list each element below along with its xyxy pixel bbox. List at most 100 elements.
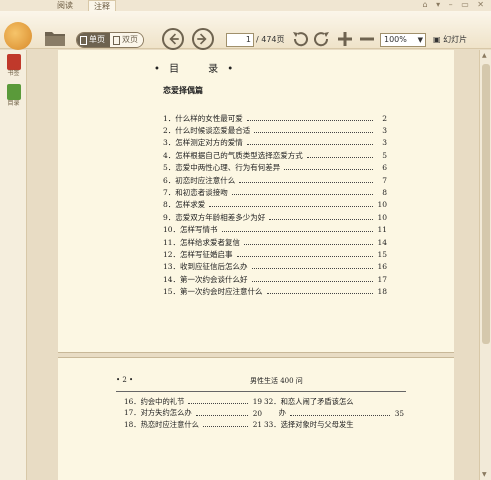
toc-entry[interactable]: 11．怎样给求爱者复信 14: [163, 236, 387, 248]
section-heading: 恋爱择偶篇: [163, 85, 203, 95]
zoom-value: 100%: [384, 35, 407, 44]
toc-column-right: 32．和恋人闹了矛盾该怎么 办 35 33．选择对象时与父母发生: [264, 396, 404, 431]
toc-entry[interactable]: 16．约会中的礼节 19: [124, 396, 262, 408]
toc-entry[interactable]: 17．对方失约怎么办 20: [124, 408, 262, 420]
window-controls[interactable]: ⌂ ▾ – ▭ ✕: [422, 0, 487, 11]
tab-read[interactable]: 阅读: [50, 0, 80, 11]
slideshow-label: 幻灯片: [443, 35, 468, 44]
toc-entry-page: 16: [377, 262, 387, 272]
toc-entry[interactable]: 12．怎样写征婚启事 15: [163, 248, 387, 260]
zoom-out-icon[interactable]: [357, 29, 377, 49]
scroll-up-icon[interactable]: ▲: [482, 52, 487, 59]
chevron-down-icon: ▼: [417, 36, 423, 44]
zoom-in-icon[interactable]: [335, 29, 355, 49]
header-rule: [116, 391, 406, 392]
toc-entry[interactable]: 2．什么时候谈恋爱最合适 3: [163, 124, 387, 136]
toc-entry-title: 5．恋爱中两性心理、行为有何差异: [163, 163, 281, 173]
toc-entry[interactable]: 1．什么样的女性最可爱 2: [163, 112, 387, 124]
toc-entry-title: 16．约会中的礼节: [124, 396, 185, 406]
toc-entry-title: 1．什么样的女性最可爱: [163, 113, 243, 123]
dot-leader: [251, 277, 373, 282]
dot-leader: [358, 422, 390, 427]
dot-leader: [251, 264, 373, 270]
dot-leader: [254, 128, 373, 134]
bookmark-icon: [6, 54, 21, 70]
toc-entry[interactable]: 14．第一次约会谈什么好 17: [163, 273, 387, 285]
arrow-right-icon: [197, 33, 207, 45]
double-page-label: 双页: [122, 35, 138, 44]
dot-leader: [209, 202, 373, 208]
toc-entry-page: 15: [377, 249, 387, 259]
single-page-label: 单页: [89, 35, 105, 44]
vertical-scrollbar[interactable]: ▲ ▼: [479, 50, 491, 480]
toc-entry-page: 10: [377, 200, 387, 210]
toc-entry[interactable]: 9．恋爱双方年龄相差多少为好 10: [163, 211, 387, 223]
sidebar-item-bookmarks[interactable]: 书签: [3, 54, 24, 78]
dot-leader: [266, 289, 373, 295]
toc-entry-title: 8．怎样求爱: [163, 200, 206, 210]
toolbar: 单页 双页 1 / 474页 100% ▼ ▣ 幻灯片: [0, 11, 491, 50]
toc-entry-page: 2: [382, 113, 387, 123]
toc-entry-page: 3: [382, 138, 387, 148]
toc-list: 1．什么样的女性最可爱 2 2．什么时候谈恋爱最合适 3 3．怎样测定对方的爱情 3 4．怎…: [163, 112, 387, 298]
toc-entry[interactable]: 33．选择对象时与父母发生: [264, 419, 404, 431]
toc-entry[interactable]: 6．初恋时应注意什么 7: [163, 174, 387, 186]
double-page-button[interactable]: 双页: [110, 33, 143, 47]
toc-entry-page: 35: [394, 408, 404, 418]
toc-entry-title: 33．选择对象时与父母发生: [264, 419, 354, 429]
document-viewport[interactable]: • 目 录 • 恋爱择偶篇 1．什么样的女性最可爱 2 2．什么时候谈恋爱最合适 3 3…: [28, 50, 479, 480]
toc-entry[interactable]: 10．怎样写情书 11: [163, 224, 387, 236]
total-pages-label: / 474页: [256, 35, 285, 44]
tab-annotate[interactable]: 注释: [88, 0, 116, 11]
toc-entry[interactable]: 办 35: [264, 408, 404, 420]
open-folder-icon[interactable]: [44, 29, 66, 47]
toc-column-left: 16．约会中的礼节 19 17．对方失约怎么办 20 18．热恋时应注意什么 21: [124, 396, 262, 431]
toc-entry-title: 15．第一次约会时应注意什么: [163, 287, 263, 297]
zoom-select[interactable]: 100% ▼: [380, 33, 426, 47]
toc-entry[interactable]: 7．和初恋者谈接吻 8: [163, 186, 387, 198]
toc-entry-page: 14: [377, 237, 387, 247]
document-page: • 目 录 • 恋爱择偶篇 1．什么样的女性最可爱 2 2．什么时候谈恋爱最合适 3 3…: [58, 50, 454, 353]
left-sidebar: 书签 目录: [0, 50, 27, 480]
toc-entry[interactable]: 32．和恋人闹了矛盾该怎么: [264, 396, 404, 408]
scroll-thumb[interactable]: [482, 64, 490, 344]
scroll-down-icon[interactable]: ▼: [482, 471, 487, 478]
toc-entry-page: 18: [377, 287, 387, 297]
toc-entry[interactable]: 3．怎样测定对方的爱情 3: [163, 137, 387, 149]
toc-entry-title: 7．和初恋者谈接吻: [163, 188, 228, 198]
dot-leader: [231, 190, 373, 196]
single-page-button[interactable]: 单页: [77, 33, 110, 47]
toc-entry-title: 13．收到应征信后怎么办: [163, 262, 248, 272]
toc-entry-page: 20: [252, 408, 262, 418]
dot-leader: [246, 140, 373, 146]
slideshow-button[interactable]: ▣ 幻灯片: [433, 33, 467, 47]
page-number-input[interactable]: 1: [226, 33, 254, 47]
rotate-right-icon[interactable]: [312, 29, 332, 49]
toc-entry-title: 6．初恋时应注意什么: [163, 175, 236, 185]
single-page-icon: [80, 35, 87, 45]
toc-entry-page: 19: [252, 397, 262, 407]
double-page-icon: [113, 35, 120, 45]
toc-entry[interactable]: 5．恋爱中两性心理、行为有何差异 6: [163, 162, 387, 174]
toc-entry[interactable]: 13．收到应征信后怎么办 16: [163, 261, 387, 273]
dot-leader: [306, 153, 373, 158]
toc-entry[interactable]: 8．怎样求爱 10: [163, 199, 387, 211]
toc-entry[interactable]: 18．热恋时应注意什么 21: [124, 419, 262, 431]
toc-entry[interactable]: 15．第一次约会时应注意什么 18: [163, 285, 387, 297]
dot-leader: [195, 411, 248, 416]
sidebar-item-toc[interactable]: 目录: [3, 84, 24, 108]
toc-entry[interactable]: 4．怎样根据自己的气质类型选择恋爱方式 5: [163, 149, 387, 161]
next-page-button[interactable]: [192, 28, 214, 50]
app-logo-icon: [4, 22, 32, 50]
view-mode-group: 单页 双页: [76, 32, 144, 48]
dot-leader: [246, 116, 373, 121]
rotate-left-icon[interactable]: [290, 29, 310, 49]
toc-entry-title: 3．怎样测定对方的爱情: [163, 138, 243, 148]
toc-entry-page: 10: [377, 212, 387, 222]
previous-page-button[interactable]: [162, 28, 184, 50]
toc-entry-title: 11．怎样给求爱者复信: [163, 237, 241, 247]
toc-icon: [6, 84, 21, 100]
toc-entry-title: 10．怎样写情书: [163, 225, 218, 235]
toc-entry-page: 7: [382, 175, 387, 185]
dot-leader: [221, 227, 373, 233]
